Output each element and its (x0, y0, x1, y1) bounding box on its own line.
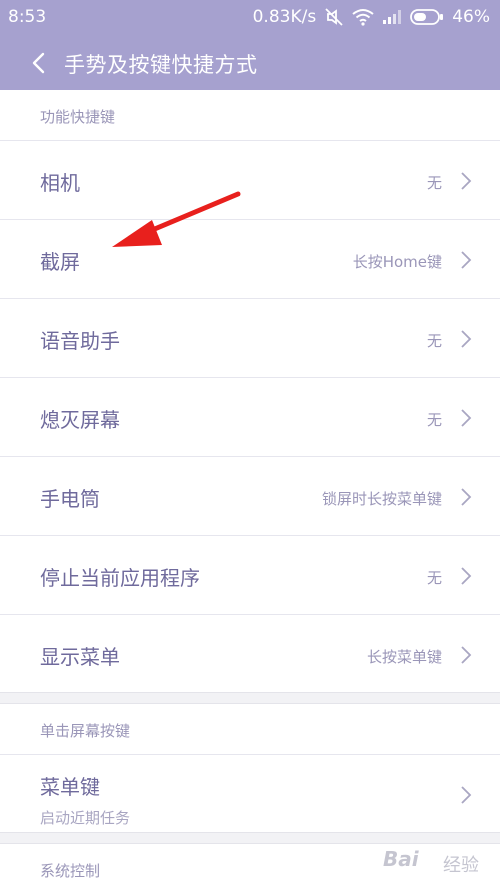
signal-icon (382, 9, 402, 25)
section-header-label: 系统控制 (40, 862, 101, 880)
setting-row-stop-app[interactable]: 停止当前应用程序 无 (0, 535, 500, 614)
setting-row-show-menu[interactable]: 显示菜单 长按菜单键 (0, 614, 500, 693)
setting-label: 语音助手 (40, 329, 120, 353)
battery-icon (410, 8, 444, 26)
chevron-right-icon (461, 251, 472, 269)
setting-row-camera[interactable]: 相机 无 (0, 140, 500, 219)
setting-value: 无 (426, 332, 442, 350)
page-title: 手势及按键快捷方式 (64, 53, 258, 77)
app-bar: 手势及按键快捷方式 (0, 36, 500, 90)
setting-row-voice-assistant[interactable]: 语音助手 无 (0, 298, 500, 377)
setting-row-menu-key[interactable]: 菜单键 启动近期任务 (0, 754, 500, 833)
watermark-text: 经验 (443, 855, 479, 876)
section-header-label: 单击屏幕按键 (40, 722, 131, 740)
setting-value: 无 (426, 569, 442, 587)
setting-row-screen-off[interactable]: 熄灭屏幕 无 (0, 377, 500, 456)
back-arrow-icon[interactable] (28, 50, 50, 76)
setting-value: 无 (426, 411, 442, 429)
battery-percent: 46% (452, 7, 490, 27)
status-time: 8:53 (8, 7, 47, 27)
mute-icon (324, 7, 344, 27)
chevron-right-icon (461, 567, 472, 585)
setting-value: 无 (426, 174, 442, 192)
annotation-arrow-icon (112, 191, 241, 247)
section-header-label: 功能快捷键 (40, 108, 116, 126)
setting-value: 长按Home键 (352, 253, 442, 271)
setting-row-screenshot[interactable]: 截屏 长按Home键 (0, 219, 500, 298)
section-header-screen-keys: 单击屏幕按键 (0, 704, 500, 754)
chevron-right-icon (461, 786, 472, 804)
chevron-right-icon (461, 409, 472, 427)
chevron-right-icon (461, 172, 472, 190)
wifi-icon (352, 8, 374, 26)
setting-label: 显示菜单 (40, 645, 120, 669)
setting-label: 手电筒 (40, 487, 100, 511)
setting-value: 长按菜单键 (366, 648, 442, 666)
setting-label: 截屏 (40, 250, 80, 274)
setting-label: 相机 (40, 171, 80, 195)
chevron-right-icon (461, 488, 472, 506)
network-speed: 0.83K/s (252, 7, 317, 27)
setting-row-flashlight[interactable]: 手电筒 锁屏时长按菜单键 (0, 456, 500, 535)
baidu-logo: Bai (383, 847, 419, 871)
status-indicators: 0.83K/s 46% (253, 7, 490, 27)
chevron-right-icon (461, 330, 472, 348)
setting-label: 停止当前应用程序 (40, 566, 200, 590)
section-header-shortcuts: 功能快捷键 (0, 90, 500, 140)
status-bar: 8:53 0.83K/s 46% (0, 0, 500, 36)
setting-label: 菜单键 (40, 775, 100, 799)
setting-subtitle: 启动近期任务 (40, 809, 131, 827)
setting-value: 锁屏时长按菜单键 (321, 490, 442, 508)
section-divider (0, 692, 500, 704)
setting-label: 熄灭屏幕 (40, 408, 120, 432)
chevron-right-icon (461, 646, 472, 664)
baidu-watermark: Bai 经验 (383, 843, 488, 883)
